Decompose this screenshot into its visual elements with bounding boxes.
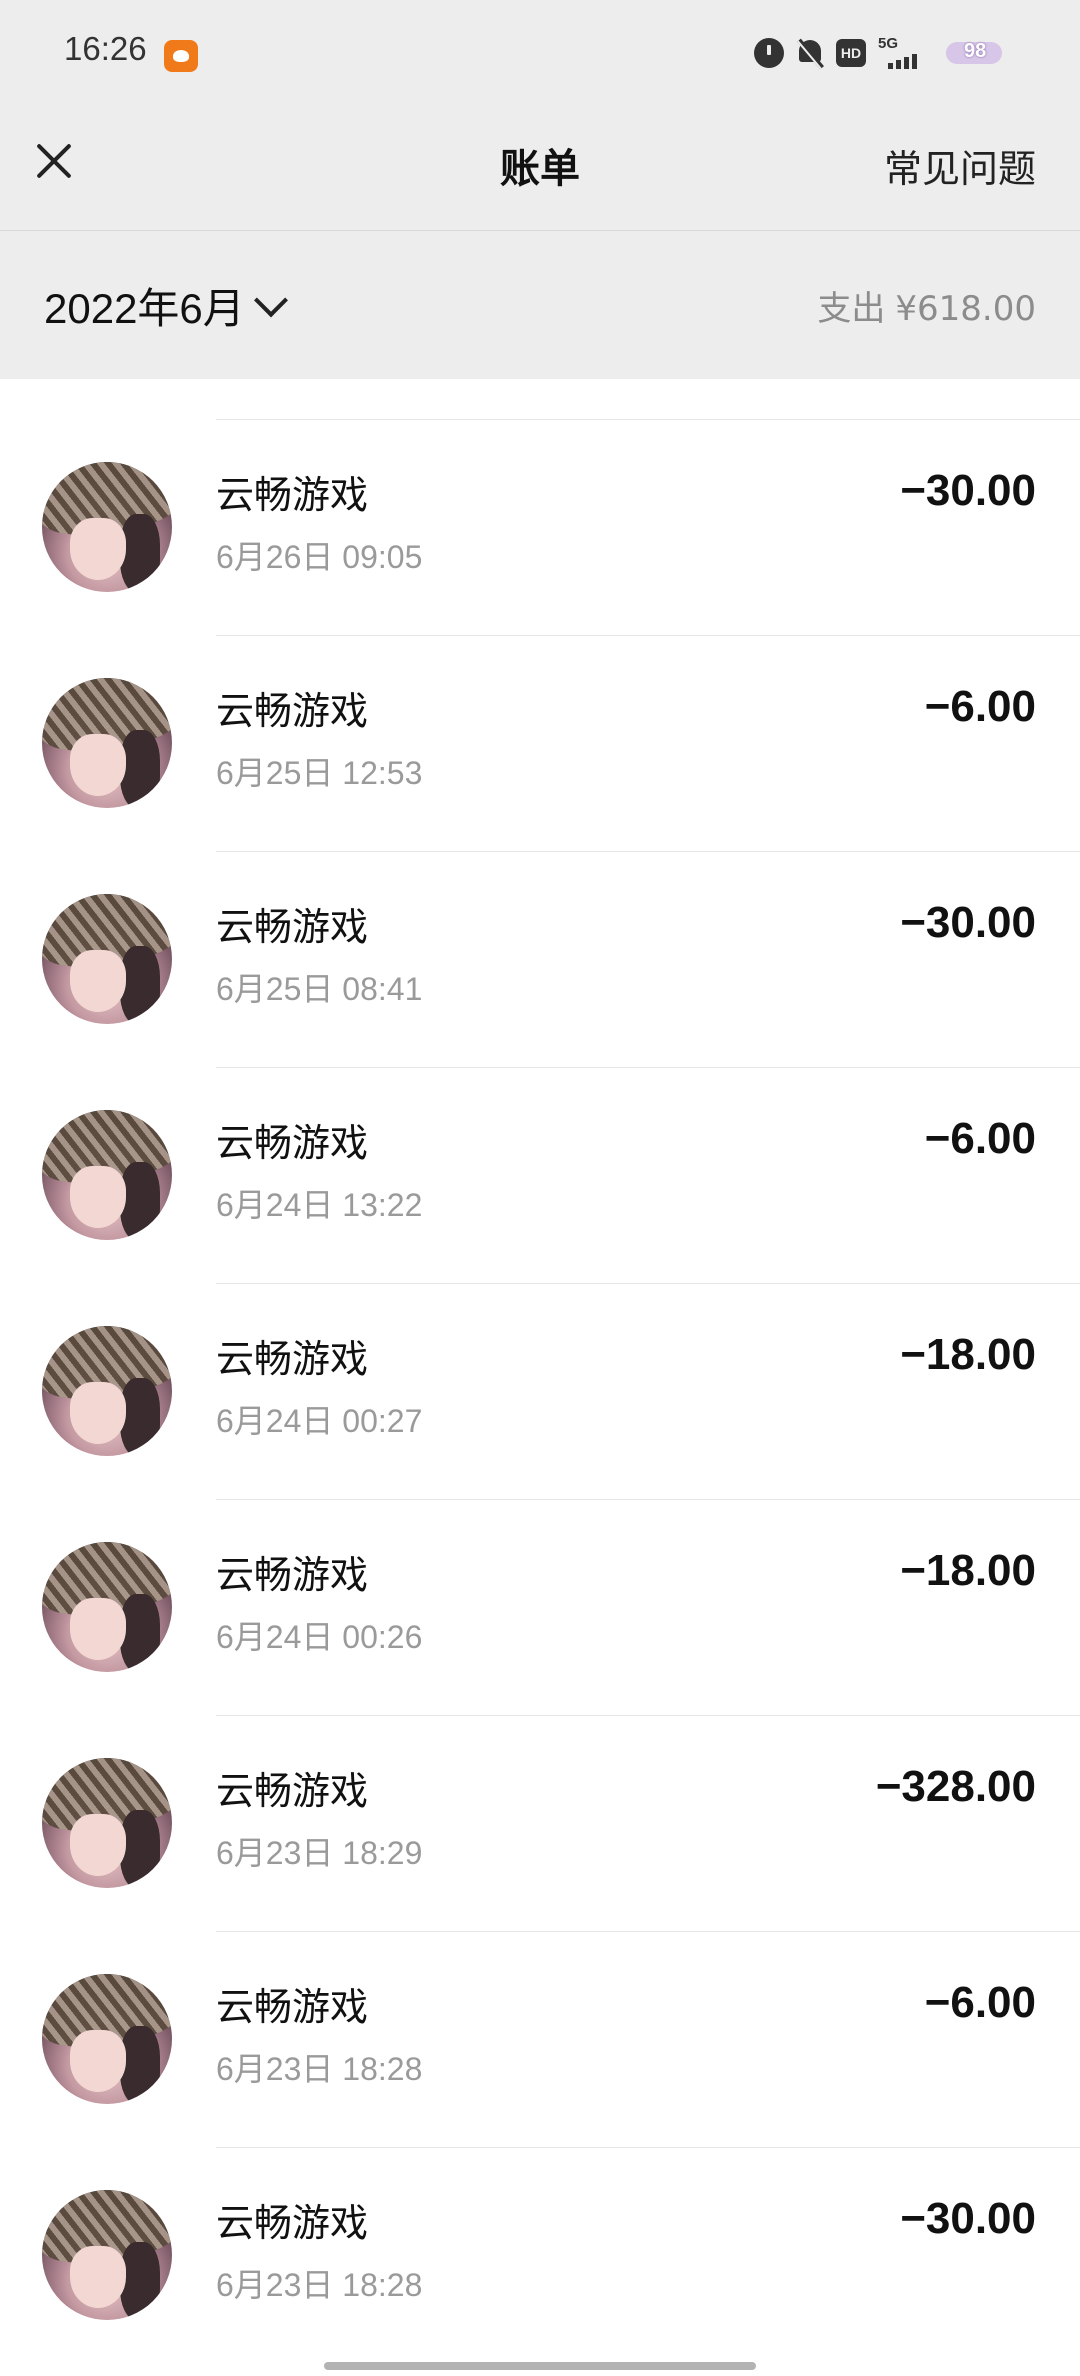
transaction-time: 6月24日 13:22: [216, 1187, 423, 1223]
merchant-name: 云畅游戏: [216, 1337, 369, 1381]
transaction-row[interactable]: 云畅游戏 6月24日 13:22 −6.00: [0, 1068, 1080, 1284]
transaction-row[interactable]: 云畅游戏 6月25日 12:53 −6.00: [0, 636, 1080, 852]
merchant-name: 云畅游戏: [216, 1985, 369, 2029]
merchant-name: 云畅游戏: [216, 689, 369, 733]
home-indicator[interactable]: [324, 2362, 756, 2370]
merchant-avatar: [42, 678, 172, 808]
transaction-row[interactable]: 云畅游戏 6月26日 09:05 −30.00: [0, 420, 1080, 636]
transaction-time: 6月26日 09:05: [216, 539, 423, 575]
transaction-row[interactable]: 云畅游戏 6月23日 18:28 −6.00: [0, 1932, 1080, 2148]
hd-icon: HD: [836, 39, 866, 67]
transaction-time: 6月25日 12:53: [216, 755, 423, 791]
status-bar: 16:26 HD 5G 98: [0, 0, 1080, 100]
merchant-avatar: [42, 1110, 172, 1240]
transaction-amount: −6.00: [924, 1978, 1036, 2027]
transaction-row[interactable]: 云畅游戏 6月24日 00:27 −18.00: [0, 1284, 1080, 1500]
transaction-row[interactable]: 云畅游戏 6月23日 18:28 −30.00: [0, 2148, 1080, 2364]
transaction-amount: −30.00: [900, 466, 1036, 515]
signal-5g-icon: 5G: [878, 35, 926, 69]
expense-label: 支出: [817, 289, 886, 329]
battery-level: 98: [964, 40, 987, 62]
signal-bars-icon: [888, 54, 917, 69]
merchant-avatar: [42, 1326, 172, 1456]
transaction-amount: −30.00: [900, 898, 1036, 947]
transaction-row[interactable]: 云畅游戏 6月24日 00:26 −18.00: [0, 1500, 1080, 1716]
transaction-row[interactable]: 云畅游戏 6月23日 18:29 −328.00: [0, 1716, 1080, 1932]
transaction-amount: −18.00: [900, 1546, 1036, 1595]
transaction-time: 6月23日 18:28: [216, 2051, 423, 2087]
month-picker[interactable]: 2022年6月: [44, 275, 288, 336]
transaction-amount: −30.00: [900, 2194, 1036, 2243]
merchant-avatar: [42, 2190, 172, 2320]
alarm-icon: [754, 38, 784, 68]
transaction-time: 6月24日 00:26: [216, 1619, 423, 1655]
merchant-avatar: [42, 1542, 172, 1672]
chevron-down-icon: [253, 282, 288, 317]
status-icons: HD 5G 98: [754, 35, 1008, 70]
transaction-amount: −6.00: [924, 1114, 1036, 1163]
transaction-time: 6月23日 18:29: [216, 1835, 423, 1871]
merchant-name: 云畅游戏: [216, 905, 369, 949]
faq-link[interactable]: 常见问题: [884, 138, 1036, 193]
merchant-avatar: [42, 1974, 172, 2104]
transaction-time: 6月25日 08:41: [216, 971, 423, 1007]
merchant-name: 云畅游戏: [216, 1121, 369, 1165]
network-type-label: 5G: [878, 35, 899, 52]
status-time: 16:26: [64, 30, 147, 67]
merchant-avatar: [42, 894, 172, 1024]
transaction-time: 6月24日 00:27: [216, 1403, 423, 1439]
merchant-name: 云畅游戏: [216, 1553, 369, 1597]
expense-amount: ¥618.00: [895, 289, 1036, 329]
transaction-amount: −328.00: [875, 1762, 1036, 1811]
transaction-amount: −18.00: [900, 1330, 1036, 1379]
app-notification-icon: [164, 40, 198, 72]
transaction-row[interactable]: 云畅游戏 6月25日 08:41 −30.00: [0, 852, 1080, 1068]
merchant-avatar: [42, 462, 172, 592]
expense-summary: 支出 ¥618.00: [817, 281, 1036, 330]
battery-icon: 98: [946, 36, 1008, 70]
month-label: 2022年6月: [44, 285, 245, 332]
merchant-avatar: [42, 1758, 172, 1888]
merchant-name: 云畅游戏: [216, 2201, 369, 2245]
nav-bar: 账单 常见问题: [0, 100, 1080, 231]
merchant-name: 云畅游戏: [216, 1769, 369, 1813]
filter-bar: 2022年6月 支出 ¥618.00: [0, 231, 1080, 379]
transaction-time: 6月23日 18:28: [216, 2267, 423, 2303]
transaction-amount: −6.00: [924, 682, 1036, 731]
mute-bell-icon: [796, 38, 824, 68]
merchant-name: 云畅游戏: [216, 473, 369, 517]
